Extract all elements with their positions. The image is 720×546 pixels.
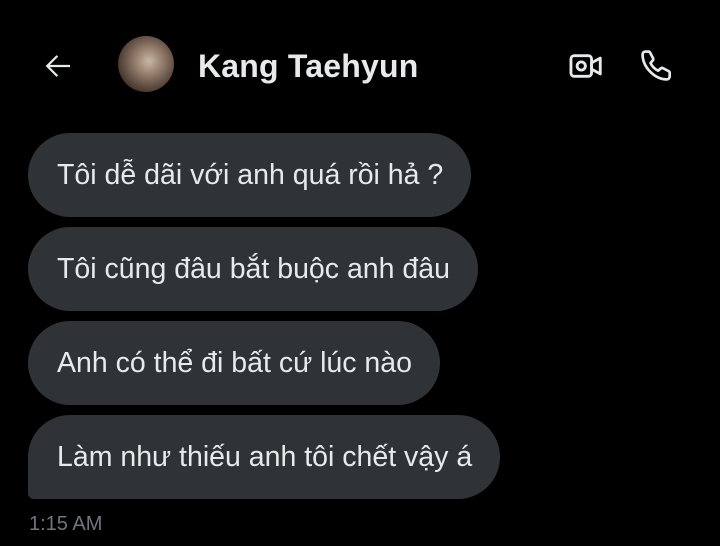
message-row: Anh có thể đi bất cứ lúc nào	[28, 321, 708, 405]
video-camera-icon	[569, 54, 602, 78]
conversation-header: Kang Taehyun	[0, 0, 720, 130]
message-row: Tôi cũng đâu bắt buộc anh đâu	[28, 227, 708, 311]
arrow-left-icon	[45, 55, 70, 77]
message-bubble[interactable]: Tôi dễ dãi với anh quá rồi hả ?	[28, 133, 472, 217]
contact-name[interactable]: Kang Taehyun	[198, 48, 419, 85]
voice-call-button[interactable]	[636, 44, 678, 86]
message-row: Làm như thiếu anh tôi chết vậy á	[28, 415, 708, 499]
message-list: Tôi dễ dãi với anh quá rồi hả ? Tôi cũng…	[28, 133, 708, 499]
phone-icon	[641, 50, 672, 81]
message-bubble[interactable]: Làm như thiếu anh tôi chết vậy á	[28, 415, 501, 499]
message-bubble[interactable]: Tôi cũng đâu bắt buộc anh đâu	[28, 227, 478, 311]
message-bubble[interactable]: Anh có thể đi bất cứ lúc nào	[28, 321, 440, 405]
avatar[interactable]	[118, 36, 174, 92]
message-row: Tôi dễ dãi với anh quá rồi hả ?	[28, 133, 708, 217]
back-button[interactable]	[38, 46, 78, 86]
message-timestamp: 1:15 AM	[29, 513, 103, 535]
video-call-button[interactable]	[566, 46, 606, 86]
